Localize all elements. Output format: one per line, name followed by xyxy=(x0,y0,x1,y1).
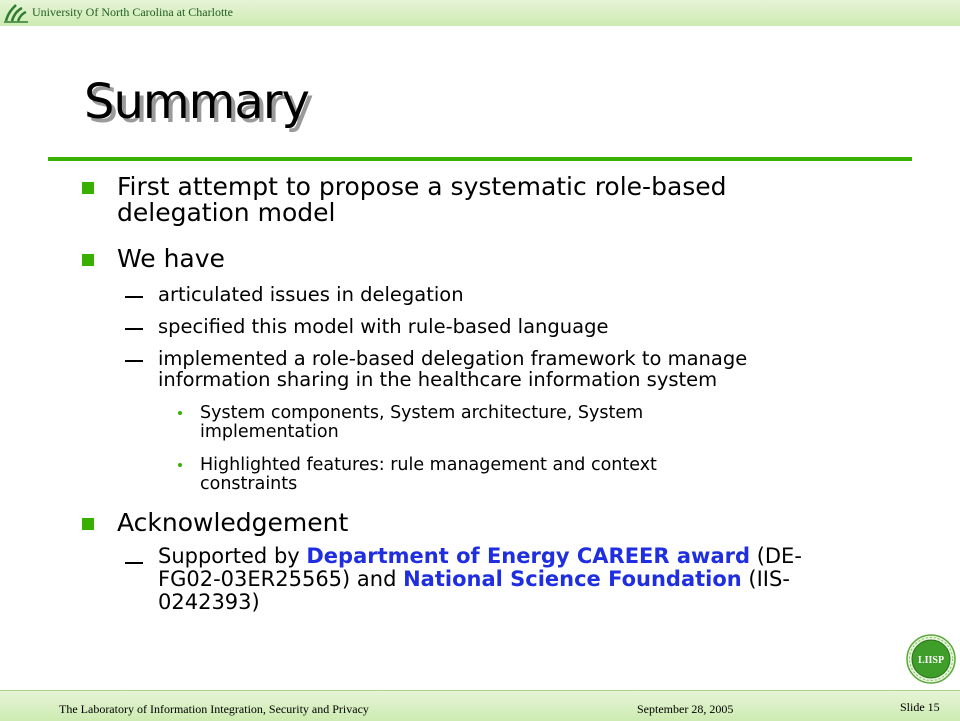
header-banner: University Of North Carolina at Charlott… xyxy=(0,0,960,26)
bullet-we-have: We have xyxy=(117,244,225,273)
dot-bullet-icon xyxy=(178,463,182,467)
ack-text: (DE- xyxy=(750,544,802,568)
subbullet-text-line: 0242393) xyxy=(158,590,260,614)
nsf-highlight: National Science Foundation xyxy=(403,567,742,591)
ack-text: FG02-03ER25565) and xyxy=(158,567,404,591)
slide-number-value: 15 xyxy=(927,700,940,714)
page-title: Summary xyxy=(84,74,310,130)
title-divider xyxy=(48,157,912,161)
subsubbullet-text-line: System components, System architecture, … xyxy=(200,403,644,423)
subbullet-text-line: Supported by Department of Energy CAREER… xyxy=(158,545,898,568)
bullet-text-line: First attempt to propose a systematic ro… xyxy=(117,172,727,201)
subbullet-text-line: implemented a role-based delegation fram… xyxy=(158,347,748,370)
subsubbullet-text-line: constraints xyxy=(200,474,298,494)
liisp-logo-icon: LIISP xyxy=(906,634,956,684)
subbullet-text-line: information sharing in the healthcare in… xyxy=(158,368,718,391)
subbullet-text-line: FG02-03ER25565) and National Science Fou… xyxy=(158,568,898,591)
slide-label: Slide xyxy=(900,700,925,714)
square-bullet-icon xyxy=(82,182,94,194)
footer-bar: The Laboratory of Information Integratio… xyxy=(0,690,960,721)
subbullet-supported-by: Supported by Department of Energy CAREER… xyxy=(158,545,898,614)
square-bullet-icon xyxy=(82,254,94,266)
slide-number: Slide 15 xyxy=(900,700,940,715)
ack-text: Supported by xyxy=(158,544,307,568)
institution-name: University Of North Carolina at Charlott… xyxy=(32,5,233,19)
footer-lab-name: The Laboratory of Information Integratio… xyxy=(59,702,369,716)
bullet-acknowledgement: Acknowledgement xyxy=(117,508,349,537)
dash-bullet-icon xyxy=(125,562,143,564)
subbullet-articulated: articulated issues in delegation xyxy=(158,283,464,306)
uncc-pinwheel-icon xyxy=(4,4,28,23)
doe-award-highlight: Department of Energy CAREER award xyxy=(306,544,751,568)
bullet-first-attempt: First attempt to propose a systematic ro… xyxy=(117,174,887,226)
subsubbullet-components: System components, System architecture, … xyxy=(200,404,810,442)
ack-text: (IIS- xyxy=(741,567,790,591)
badge-text: LIISP xyxy=(918,655,944,666)
footer-date: September 28, 2005 xyxy=(637,702,734,716)
subsubbullet-text-line: Highlighted features: rule management an… xyxy=(200,455,657,475)
dash-bullet-icon xyxy=(125,360,143,362)
dash-bullet-icon xyxy=(125,296,143,298)
dash-bullet-icon xyxy=(125,328,143,330)
subsubbullet-text-line: implementation xyxy=(200,422,339,442)
subbullet-specified: specified this model with rule-based lan… xyxy=(158,315,609,338)
subbullet-implemented: implemented a role-based delegation fram… xyxy=(158,348,898,390)
dot-bullet-icon xyxy=(178,411,182,415)
square-bullet-icon xyxy=(82,518,94,530)
bullet-text-line: delegation model xyxy=(117,198,336,227)
subsubbullet-highlighted: Highlighted features: rule management an… xyxy=(200,456,810,494)
